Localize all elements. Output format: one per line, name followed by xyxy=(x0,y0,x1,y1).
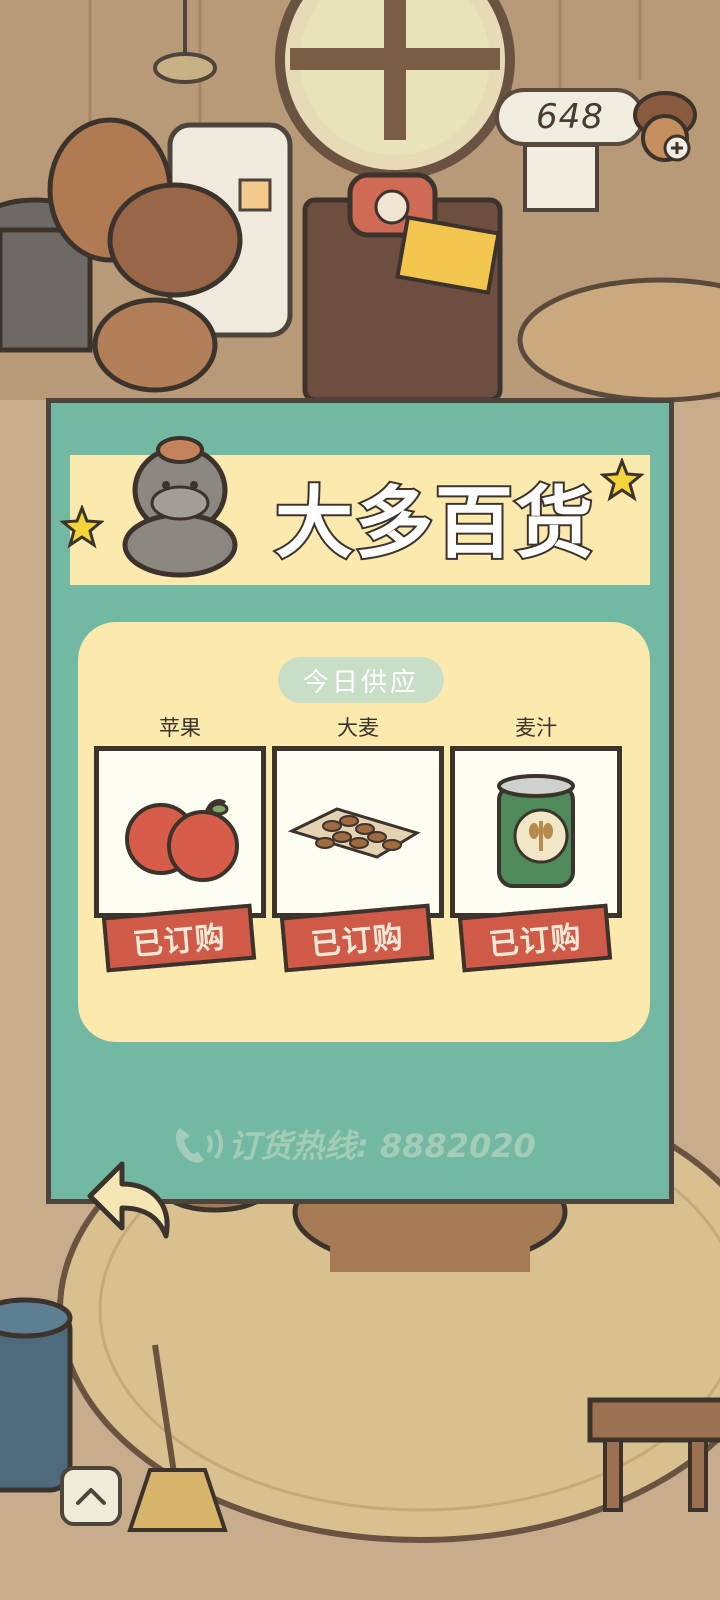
item-card[interactable] xyxy=(272,746,444,918)
expand-up-button[interactable] xyxy=(60,1466,122,1526)
phone-icon xyxy=(175,1128,223,1163)
order-hotline: 订货热线: 8882020 xyxy=(170,1122,590,1166)
currency-counter: 648 xyxy=(495,88,645,146)
back-button[interactable] xyxy=(82,1158,178,1244)
item-apple[interactable]: 苹果 已订购 xyxy=(94,710,266,973)
shop-title: 大多百货 xyxy=(273,477,595,571)
barley-icon xyxy=(287,807,421,859)
acorn-icon[interactable] xyxy=(625,80,705,170)
item-barley[interactable]: 大麦 已订购 xyxy=(272,710,444,973)
item-name: 麦汁 xyxy=(515,716,557,740)
item-card[interactable] xyxy=(94,746,266,918)
item-name: 大麦 xyxy=(337,716,379,740)
item-wort[interactable]: 麦汁 已订购 xyxy=(450,710,622,973)
currency-value: 648 xyxy=(536,97,604,137)
chevron-up-icon xyxy=(76,1488,106,1505)
hotline-text: 订货热线: 8882020 xyxy=(228,1127,536,1165)
apple-icon xyxy=(125,799,239,882)
star-icon xyxy=(60,505,104,549)
item-name: 苹果 xyxy=(159,716,201,740)
hippo-mascot-icon xyxy=(122,436,238,578)
item-card[interactable] xyxy=(450,746,622,918)
section-label: 今日供应 xyxy=(278,657,444,703)
wort-can-icon xyxy=(497,774,575,888)
